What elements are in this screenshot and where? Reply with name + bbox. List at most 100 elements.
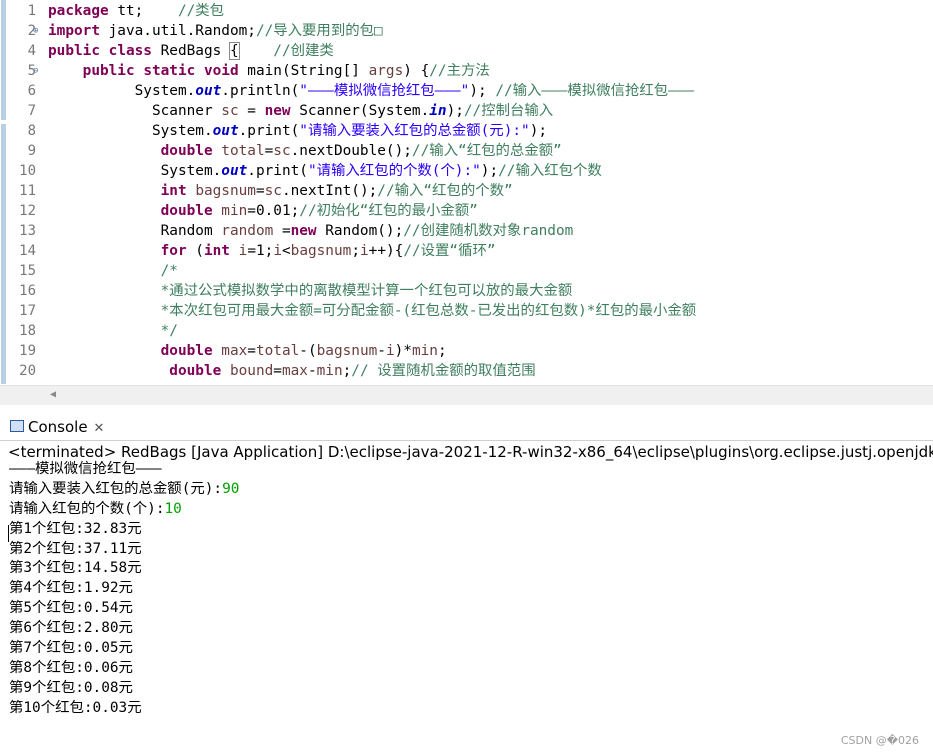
code-line[interactable]: 5 ⊖ public static void main(String[] args…	[0, 61, 933, 81]
collapse-fold-icon[interactable]: ⊖	[33, 61, 38, 81]
code-token: Random();	[316, 223, 404, 239]
code-token: bagsnum	[290, 243, 352, 259]
code-token: // 设置随机金额的取值范围	[351, 363, 536, 379]
code-token: =	[273, 363, 282, 379]
code-token: out	[212, 123, 239, 139]
close-icon[interactable]: ✕	[94, 421, 105, 436]
code-text: int bagsnum=sc.nextInt();//输入“红包的个数”	[48, 181, 513, 201]
console-line-text: 第4个红包:1.92元	[9, 580, 133, 597]
code-token: =	[273, 223, 291, 239]
code-line[interactable]: 2 ⊕ import java.util.Random;//导入要用到的包□	[0, 21, 933, 41]
code-text: *本次红包可用最大金额=可分配金额-(红包总数-已发出的红包数)*红包的最小金额	[48, 301, 697, 321]
code-token: int	[160, 183, 187, 199]
code-text: double max=total-(bagsnum-i)*min;	[48, 341, 447, 361]
code-token: out	[195, 83, 222, 99]
code-token: double	[160, 143, 213, 159]
code-token: class	[108, 43, 152, 59]
code-token: //输入“红包的总金额”	[411, 143, 562, 159]
code-line[interactable]: 1 package tt; //类包	[0, 1, 933, 21]
console-line-text: 第2个红包:37.11元	[9, 540, 142, 557]
code-token: //控制台输入	[463, 103, 554, 119]
code-token: //设置“循环”	[403, 243, 496, 259]
code-token: RedBags	[151, 43, 230, 59]
horizontal-scrollbar[interactable]: ◀	[0, 385, 933, 405]
code-token: total	[255, 343, 300, 359]
code-token: i	[385, 343, 395, 359]
code-token: (	[186, 243, 204, 259]
code-token: □	[374, 23, 383, 39]
console-line: ———模拟微信抢红包———	[9, 460, 239, 480]
code-token: //导入要用到的包	[255, 23, 375, 39]
code-token: double	[169, 363, 222, 379]
code-token: //初始化“红包的最小金额”	[299, 203, 478, 219]
console-line: 第9个红包:0.08元	[9, 679, 239, 699]
code-line[interactable]: 19 double max=total-(bagsnum-i)*min;	[0, 341, 933, 361]
line-number: 10	[19, 163, 36, 179]
code-line[interactable]: 11 int bagsnum=sc.nextInt();//输入“红包的个数”	[0, 181, 933, 201]
code-line[interactable]: 20 double bound=max-min;// 设置随机金额的取值范围	[0, 361, 933, 381]
code-token: "请输入要装入红包的总金额(元):"	[299, 123, 530, 139]
code-text: double min=0.01;//初始化“红包的最小金额”	[48, 201, 478, 221]
console-line: 第4个红包:1.92元	[9, 579, 239, 599]
code-text: System.out.println("———模拟微信抢红包———"); //输…	[48, 81, 695, 101]
line-number: 17	[19, 303, 36, 319]
console-line-text: 第6个红包:2.80元	[9, 620, 133, 637]
code-token: in	[429, 103, 447, 119]
text-caret	[8, 525, 9, 542]
code-token: //输入红包个数	[498, 163, 602, 179]
code-token: System.	[151, 123, 213, 139]
code-text: double total=sc.nextDouble();//输入“红包的总金额…	[48, 141, 562, 161]
code-token: total	[221, 143, 265, 159]
console-output[interactable]: ———模拟微信抢红包——— 请输入要装入红包的总金额(元):90 请输入红包的个数(…	[9, 460, 239, 719]
code-token: ;	[342, 363, 352, 379]
code-line[interactable]: 4 public class RedBags { //创建类	[0, 41, 933, 61]
code-token: {	[229, 42, 240, 60]
line-number: 14	[19, 243, 36, 259]
code-editor[interactable]: 1 package tt; //类包 2 ⊕ import java.util.Rand…	[0, 0, 933, 405]
code-token: */	[160, 323, 178, 339]
code-token: =	[264, 143, 274, 159]
code-token: ) {	[403, 63, 430, 79]
code-token: *本次红包可用最大金额=可分配金额-(红包总数-已发出的红包数)*红包的最小金额	[160, 303, 697, 319]
code-line[interactable]: 8 System.out.print("请输入要装入红包的总金额(元):");	[0, 121, 933, 141]
code-line[interactable]: 10 System.out.print("请输入红包的个数(个):");//输入…	[0, 161, 933, 181]
code-line[interactable]: 14 for (int i=1;i<bagsnum;i++){//设置“循环”	[0, 241, 933, 261]
code-token: =	[255, 183, 265, 199]
code-line[interactable]: 6 System.out.println("———模拟微信抢红包———"); /…	[0, 81, 933, 101]
code-token: <	[281, 243, 291, 259]
console-icon	[10, 419, 24, 432]
code-token: /*	[160, 263, 178, 279]
code-token: sc	[264, 183, 282, 199]
code-line[interactable]: 7 Scanner sc = new Scanner(System.in);//…	[0, 101, 933, 121]
code-line[interactable]: 9 double total=sc.nextDouble();//输入“红包的总…	[0, 141, 933, 161]
code-token: sc	[221, 103, 239, 119]
scroll-left-icon[interactable]: ◀	[50, 389, 56, 400]
code-line[interactable]: 12 double min=0.01;//初始化“红包的最小金额”	[0, 201, 933, 221]
tab-console[interactable]: Console ✕	[6, 414, 108, 440]
code-token: ;	[351, 243, 360, 259]
code-line[interactable]: 15 /*	[0, 261, 933, 281]
code-line[interactable]: 17 *本次红包可用最大金额=可分配金额-(红包总数-已发出的红包数)*红包的最…	[0, 301, 933, 321]
code-line[interactable]: 18 */	[0, 321, 933, 341]
console-line-text: 第3个红包:14.58元	[9, 560, 142, 577]
code-token: bagsnum	[195, 183, 256, 199]
code-token: =0.01;	[247, 203, 300, 219]
console-line: 第2个红包:37.11元	[9, 540, 239, 560]
code-line[interactable]: 13 Random random =new Random();//创建随机数对象…	[0, 221, 933, 241]
code-token: Random	[160, 223, 222, 239]
code-line[interactable]: 16 *通过公式模拟数学中的离散模型计算一个红包可以放的最大金额	[0, 281, 933, 301]
code-token: .nextInt();	[281, 183, 378, 199]
expand-fold-icon[interactable]: ⊕	[33, 21, 38, 41]
